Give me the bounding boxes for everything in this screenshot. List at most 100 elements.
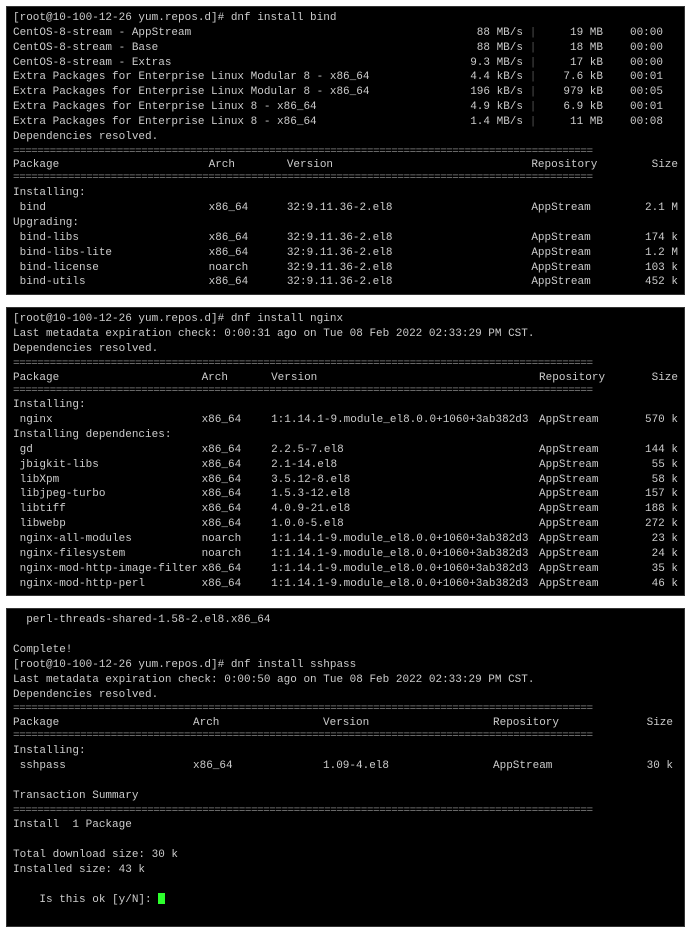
cell-version: 1.09-4.el8	[323, 759, 493, 774]
col-version: Version	[323, 717, 493, 729]
table-row: nginxx86_641:1.14.1-9.module_el8.0.0+106…	[13, 413, 678, 428]
shell-prompt[interactable]: [root@10-100-12-26 yum.repos.d]# dnf ins…	[13, 658, 678, 673]
cell-version: 4.0.9-21.el8	[271, 502, 539, 517]
separator-double: ========================================…	[13, 804, 678, 819]
cell-version: 1:1.14.1-9.module_el8.0.0+1060+3ab382d3	[271, 562, 539, 577]
installing-label: Installing:	[13, 398, 678, 413]
tx-summary-label: Transaction Summary	[13, 789, 678, 804]
col-version: Version	[271, 372, 539, 384]
separator-double: ========================================…	[13, 171, 678, 186]
table-row: gdx86_642.2.5-7.el8AppStream144 k	[13, 443, 678, 458]
cell-size: 1.2 M	[629, 246, 678, 261]
table-header: Package Arch Version Repository Size	[13, 159, 678, 171]
download-speed: 196 kB/s	[443, 85, 523, 100]
cell-repo: AppStream	[531, 261, 629, 276]
terminal-panel-nginx: [root@10-100-12-26 yum.repos.d]# dnf ins…	[6, 307, 685, 596]
cell-package: nginx-mod-http-perl	[13, 577, 202, 592]
installing-deps-label: Installing dependencies:	[13, 428, 678, 443]
cell-arch: x86_64	[202, 487, 271, 502]
download-size: 17 kB	[543, 56, 603, 71]
cell-arch: noarch	[202, 547, 271, 562]
cell-version: 3.5.12-8.el8	[271, 473, 539, 488]
cell-repo: AppStream	[539, 473, 628, 488]
upgrading-label: Upgrading:	[13, 216, 678, 231]
installed-size: Installed size: 43 k	[13, 863, 678, 878]
repo-name: Extra Packages for Enterprise Linux Modu…	[13, 85, 443, 100]
download-time: 00:00	[603, 56, 663, 71]
download-speed: 4.4 kB/s	[443, 70, 523, 85]
cell-arch: x86_64	[209, 246, 287, 261]
cell-repo: AppStream	[493, 759, 623, 774]
shell-prompt[interactable]: [root@10-100-12-26 yum.repos.d]# dnf ins…	[13, 11, 678, 26]
cell-version: 32:9.11.36-2.el8	[287, 246, 531, 261]
complete-label: Complete!	[13, 643, 678, 658]
download-time: 00:01	[603, 70, 663, 85]
cell-version: 1:1.14.1-9.module_el8.0.0+1060+3ab382d3	[271, 577, 539, 592]
table-row: libtiffx86_644.0.9-21.el8AppStream188 k	[13, 502, 678, 517]
table-row: nginx-mod-http-perlx86_641:1.14.1-9.modu…	[13, 577, 678, 592]
table-header: Package Arch Version Repository Size	[13, 717, 678, 729]
cell-size: 2.1 M	[629, 201, 678, 216]
cell-size: 452 k	[629, 275, 678, 290]
cursor-icon	[158, 893, 165, 904]
cell-arch: x86_64	[202, 577, 271, 592]
download-speed: 9.3 MB/s	[443, 56, 523, 71]
cell-package: jbigkit-libs	[13, 458, 202, 473]
cell-repo: AppStream	[539, 443, 628, 458]
cell-package: nginx-all-modules	[13, 532, 202, 547]
metadata-line: Last metadata expiration check: 0:00:31 …	[13, 327, 678, 342]
table-row: libjpeg-turbox86_641.5.3-12.el8AppStream…	[13, 487, 678, 502]
separator-double: ========================================…	[13, 702, 678, 717]
cell-arch: noarch	[202, 532, 271, 547]
download-row: CentOS-8-stream - Extras9.3 MB/s|17 kB00…	[13, 56, 678, 71]
confirm-prompt[interactable]: Is this ok [y/N]:	[13, 878, 678, 923]
cell-arch: x86_64	[202, 502, 271, 517]
cell-package: bind-license	[13, 261, 209, 276]
download-row: CentOS-8-stream - Base88 MB/s|18 MB00:00	[13, 41, 678, 56]
cell-repo: AppStream	[531, 201, 629, 216]
download-speed: 4.9 kB/s	[443, 100, 523, 115]
cell-version: 1:1.14.1-9.module_el8.0.0+1060+3ab382d3	[271, 532, 539, 547]
download-size: 7.6 kB	[543, 70, 603, 85]
download-size: 979 kB	[543, 85, 603, 100]
cell-size: 272 k	[628, 517, 678, 532]
col-package: Package	[13, 372, 202, 384]
cell-repo: AppStream	[531, 275, 629, 290]
download-row: Extra Packages for Enterprise Linux Modu…	[13, 70, 678, 85]
installing-label: Installing:	[13, 186, 678, 201]
cell-version: 1.0.0-5.el8	[271, 517, 539, 532]
cell-version: 32:9.11.36-2.el8	[287, 275, 531, 290]
col-version: Version	[287, 159, 531, 171]
table-row: nginx-mod-http-image-filterx86_641:1.14.…	[13, 562, 678, 577]
cell-size: 174 k	[629, 231, 678, 246]
cell-size: 35 k	[628, 562, 678, 577]
table-header: Package Arch Version Repository Size	[13, 372, 678, 384]
col-repository: Repository	[493, 717, 623, 729]
cell-version: 1.5.3-12.el8	[271, 487, 539, 502]
download-list: CentOS-8-stream - AppStream88 MB/s|19 MB…	[13, 26, 678, 130]
repo-name: Extra Packages for Enterprise Linux Modu…	[13, 70, 443, 85]
cell-package: bind-libs	[13, 231, 209, 246]
shell-prompt[interactable]: [root@10-100-12-26 yum.repos.d]# dnf ins…	[13, 312, 678, 327]
separator-double: ========================================…	[13, 729, 678, 744]
cell-arch: x86_64	[209, 231, 287, 246]
cell-repo: AppStream	[539, 577, 628, 592]
cell-arch: x86_64	[202, 517, 271, 532]
table-row: libXpmx86_643.5.12-8.el8AppStream58 k	[13, 473, 678, 488]
repo-name: CentOS-8-stream - Extras	[13, 56, 443, 71]
download-speed: 1.4 MB/s	[443, 115, 523, 130]
download-speed: 88 MB/s	[443, 26, 523, 41]
cell-repo: AppStream	[539, 562, 628, 577]
total-download-size: Total download size: 30 k	[13, 848, 678, 863]
cell-repo: AppStream	[531, 231, 629, 246]
terminal-panel-bind: [root@10-100-12-26 yum.repos.d]# dnf ins…	[6, 6, 685, 295]
cell-repo: AppStream	[539, 532, 628, 547]
cell-version: 32:9.11.36-2.el8	[287, 201, 531, 216]
cell-package: bind-libs-lite	[13, 246, 209, 261]
cell-package: nginx-filesystem	[13, 547, 202, 562]
cell-arch: x86_64	[202, 473, 271, 488]
cell-arch: x86_64	[202, 413, 271, 428]
cell-size: 46 k	[628, 577, 678, 592]
cell-size: 144 k	[628, 443, 678, 458]
cell-repo: AppStream	[539, 502, 628, 517]
